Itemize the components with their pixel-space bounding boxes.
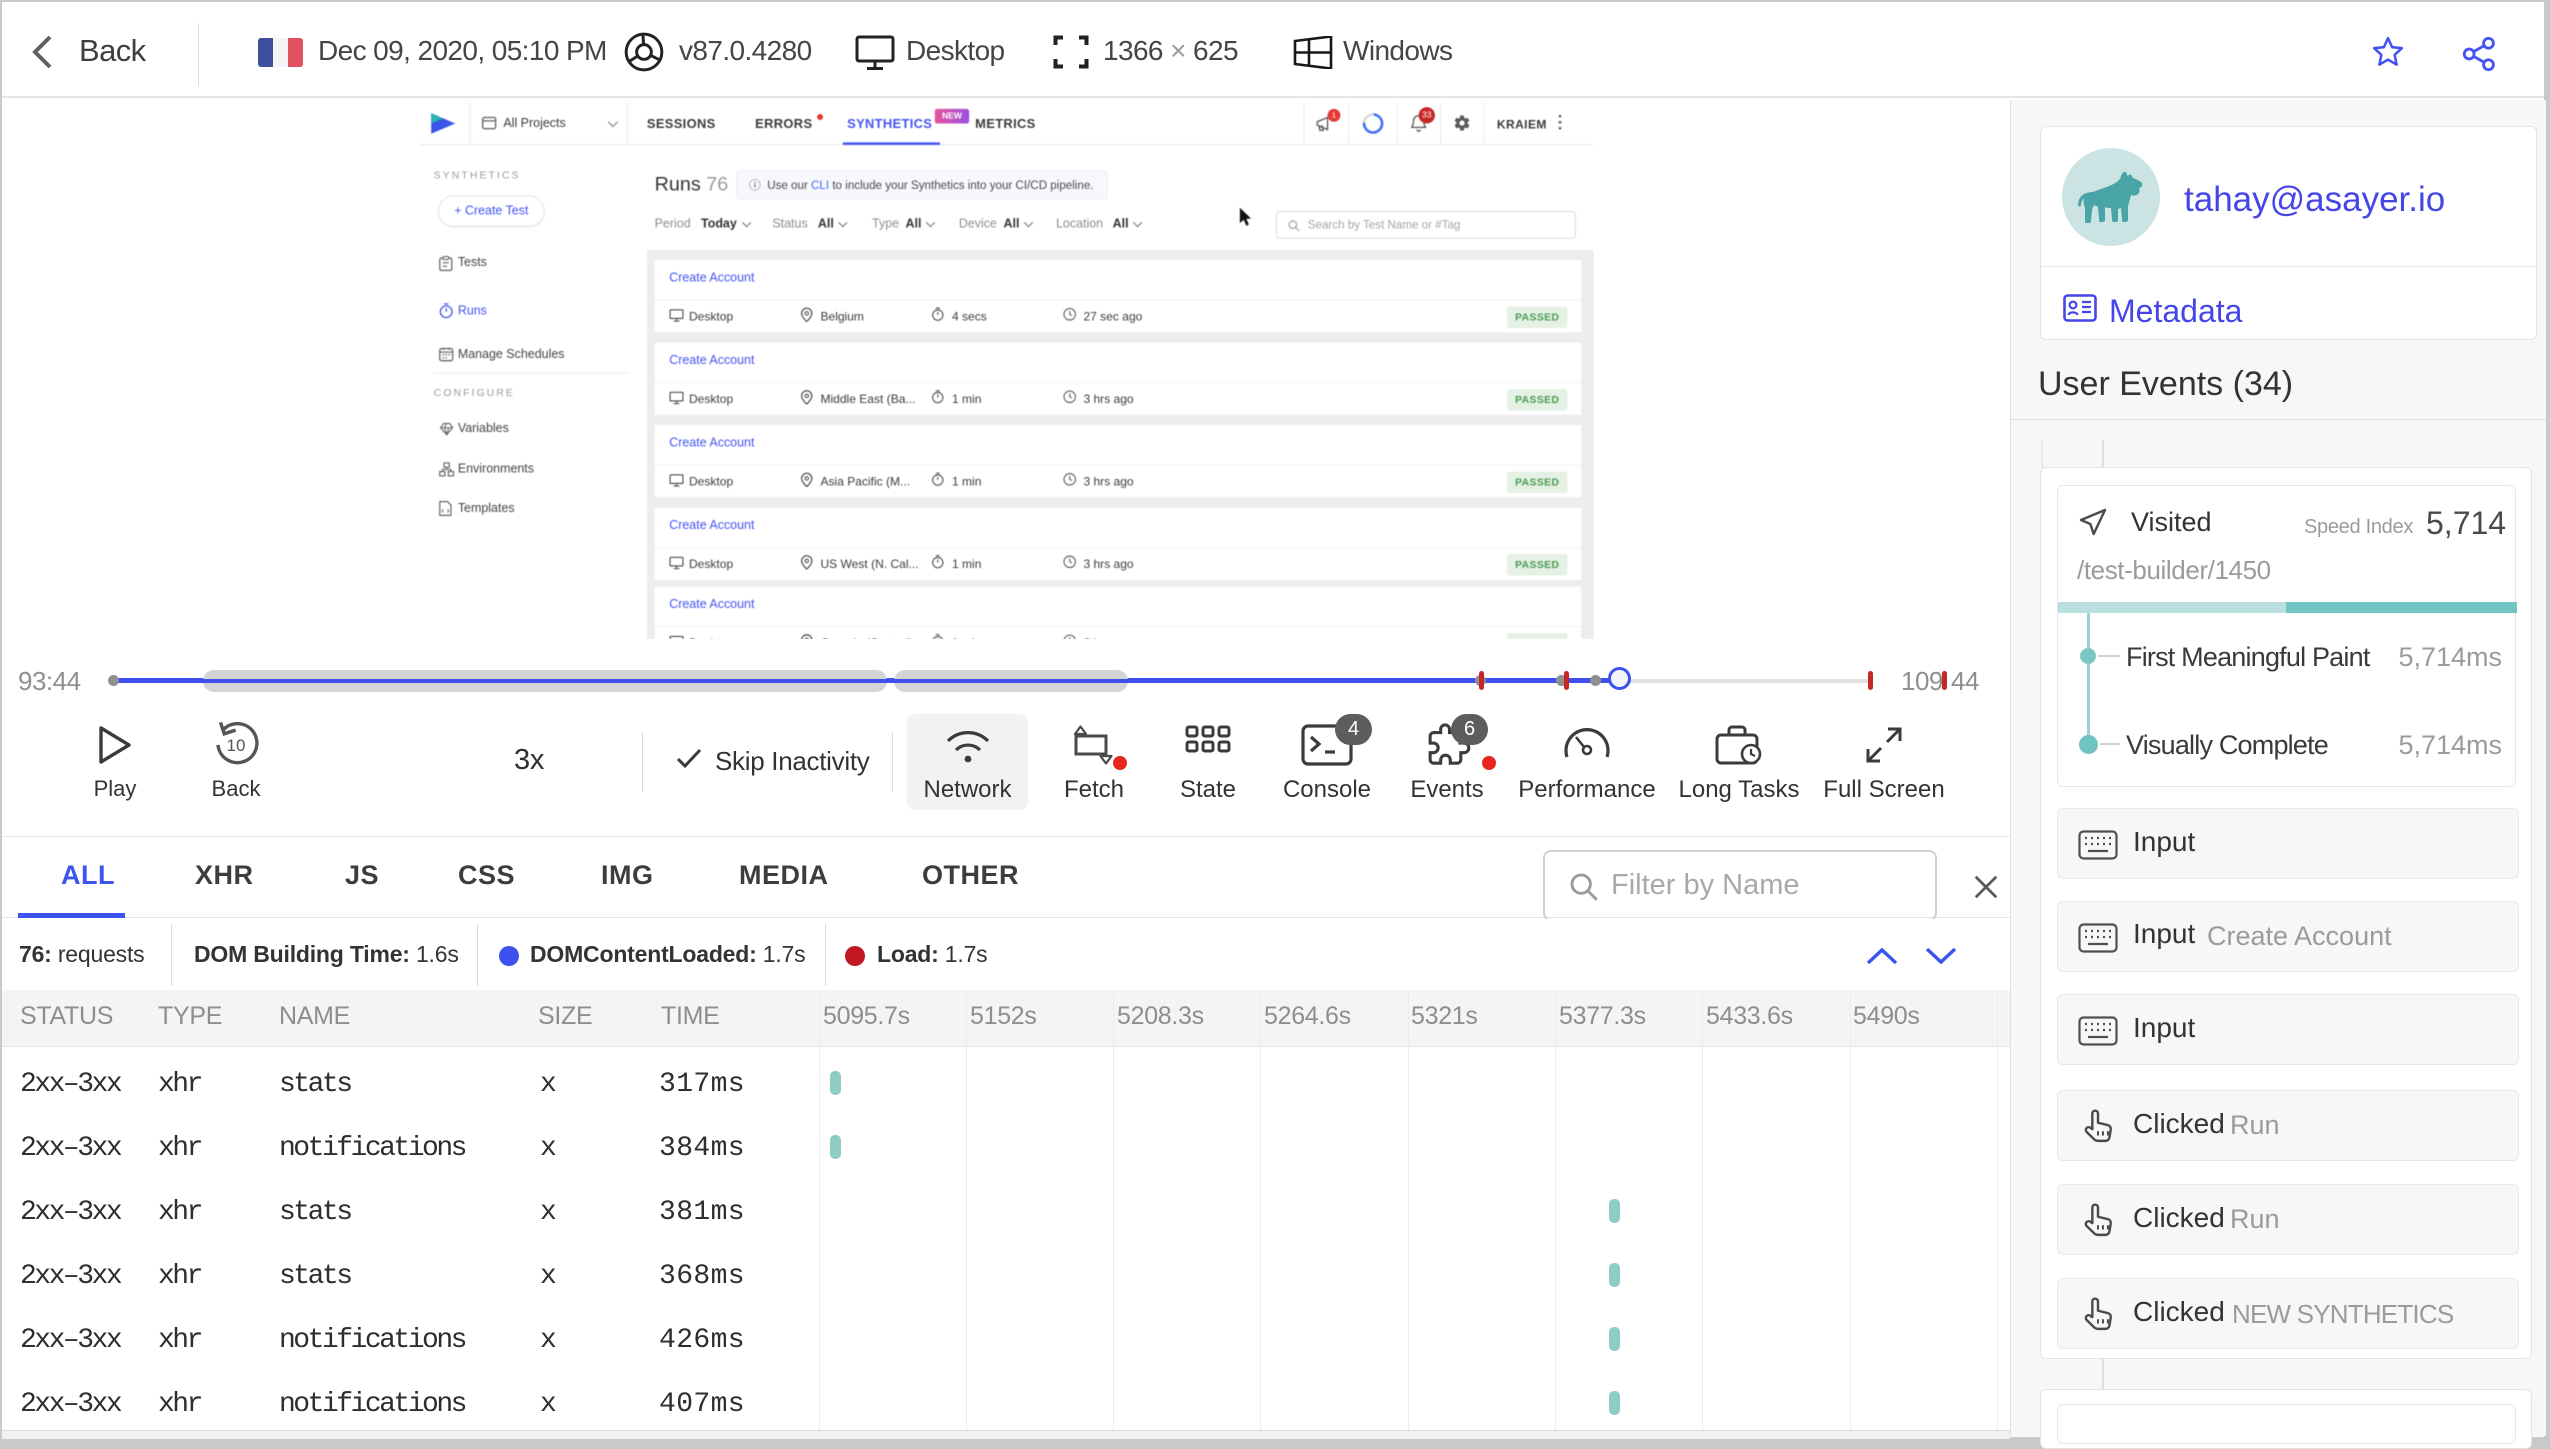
svg-text:10: 10 <box>227 736 246 755</box>
